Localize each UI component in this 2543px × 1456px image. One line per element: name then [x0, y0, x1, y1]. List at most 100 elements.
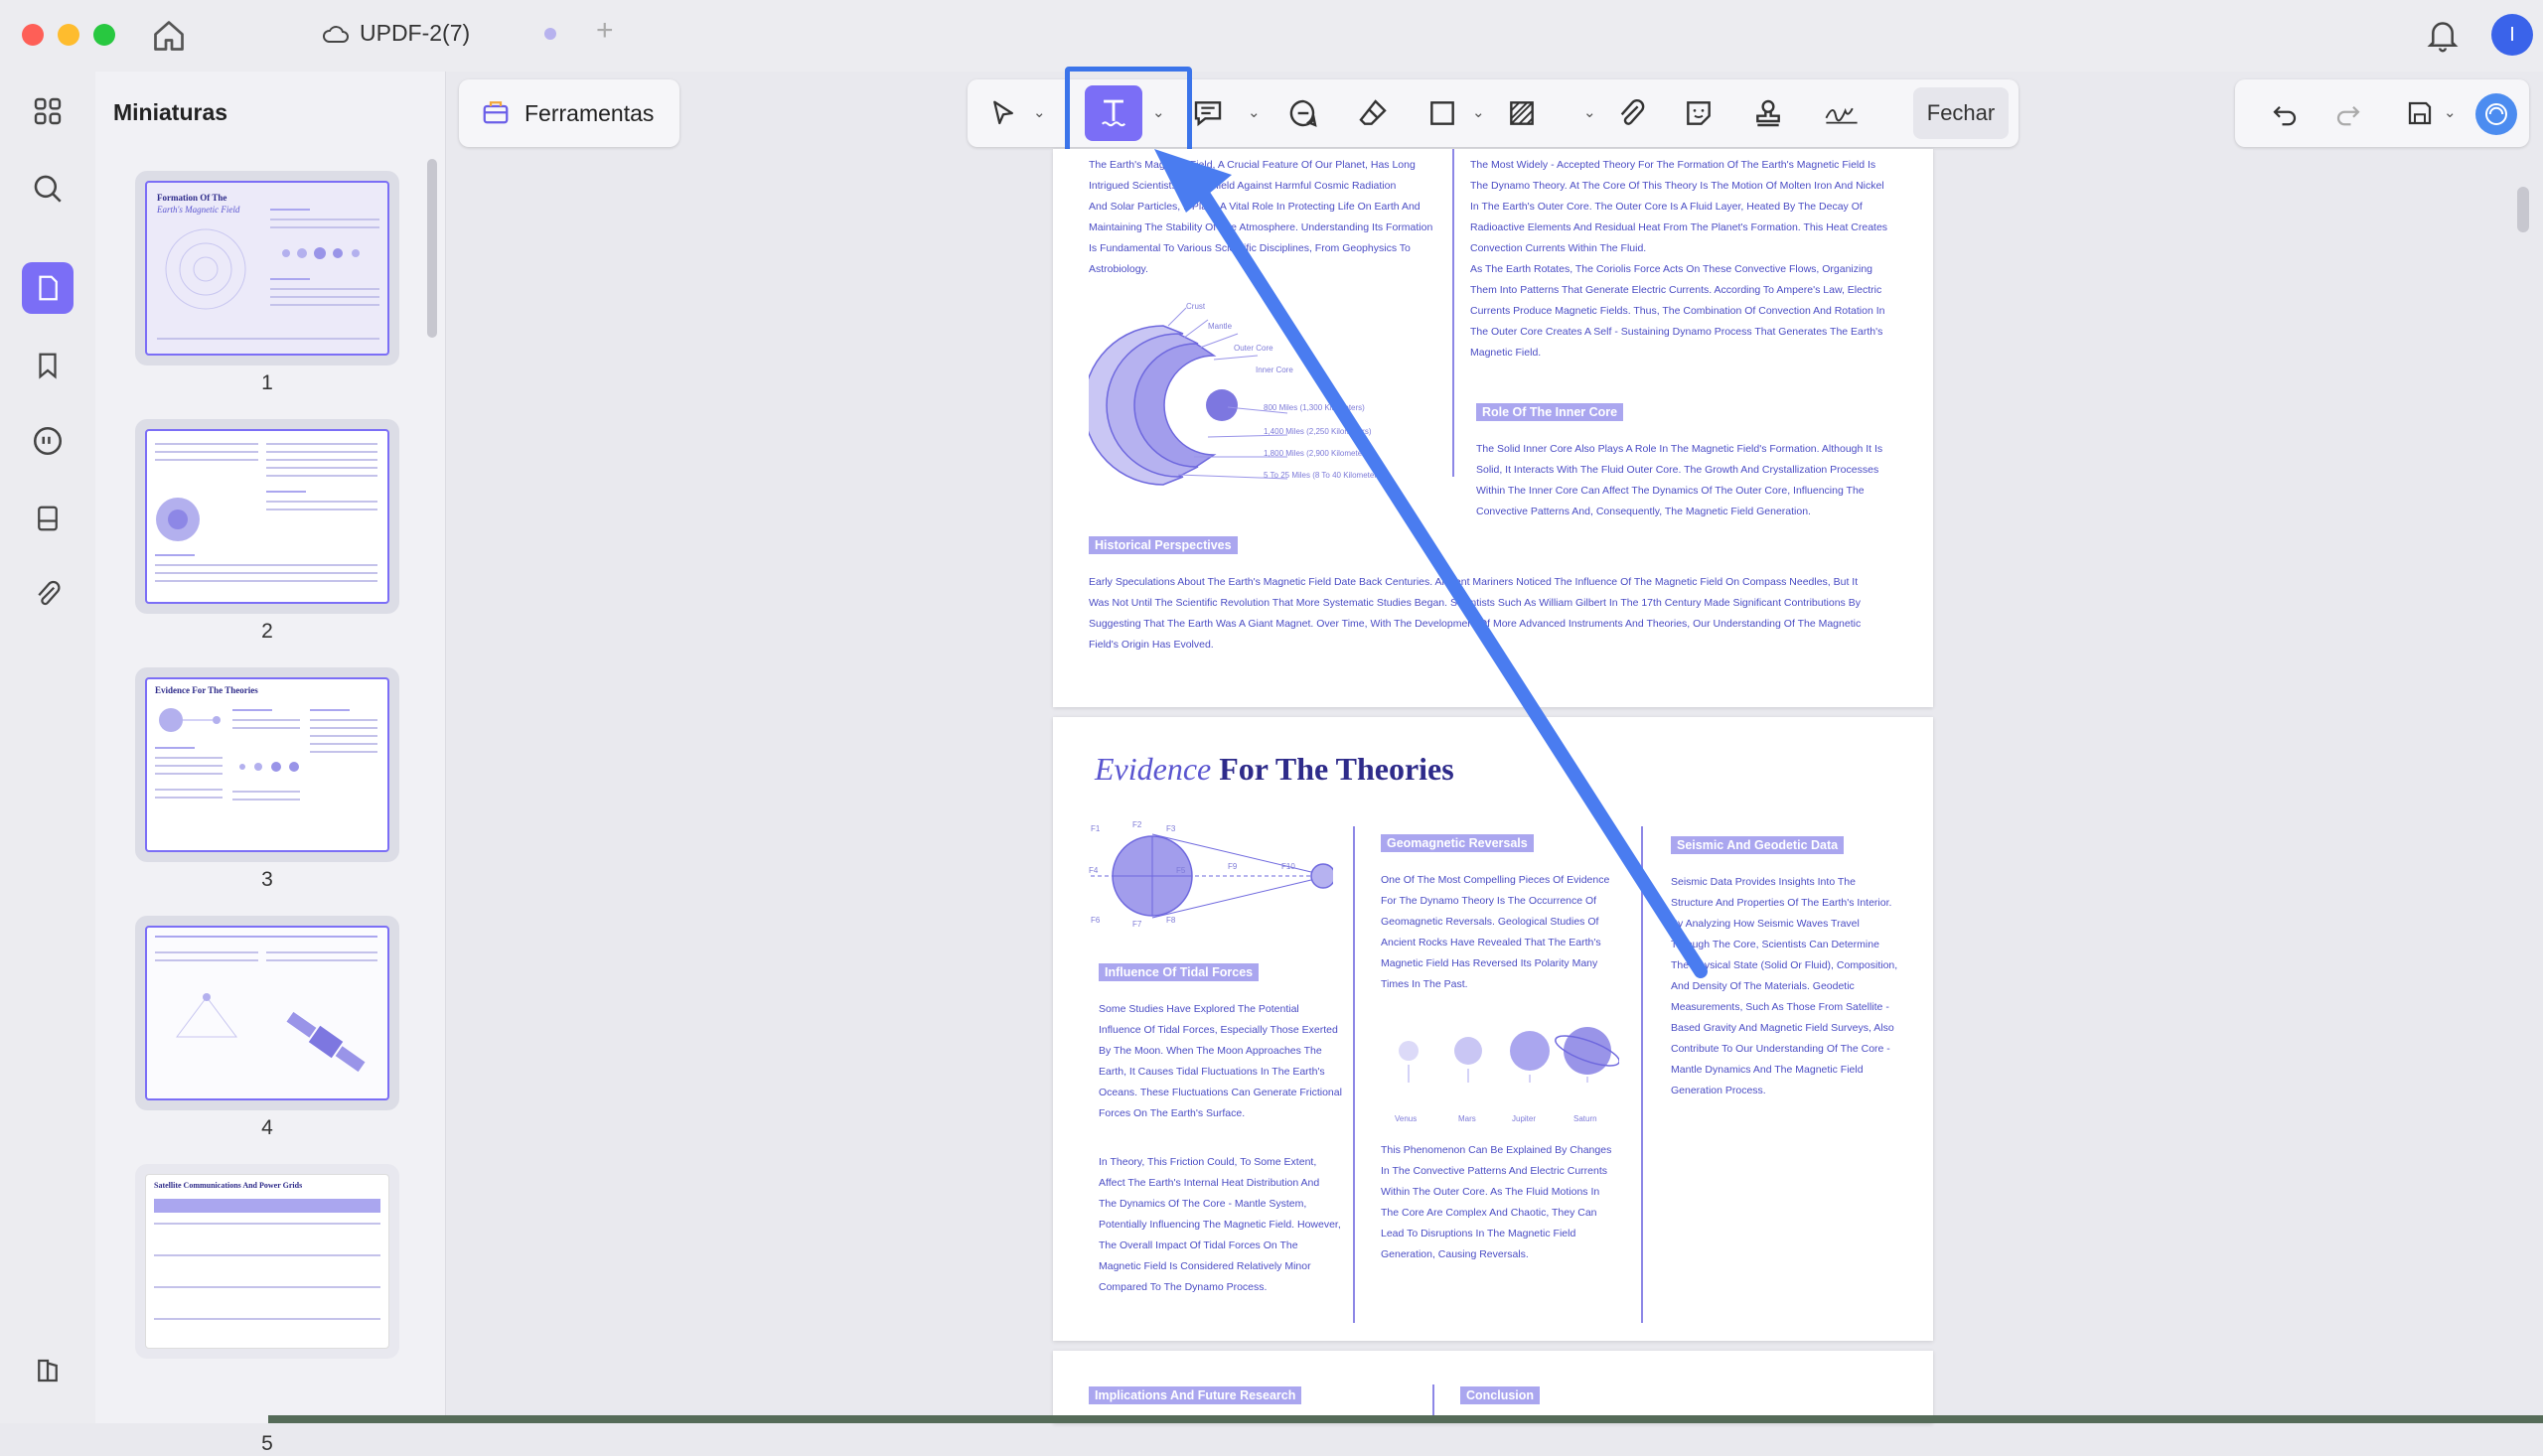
column-divider — [1641, 826, 1643, 1323]
home-icon[interactable] — [151, 18, 187, 59]
chevron-down-icon[interactable]: ⌄ — [2444, 103, 2457, 121]
note-icon[interactable] — [1285, 95, 1321, 131]
chevron-down-icon[interactable]: ⌄ — [1033, 103, 1046, 121]
text-line: In The Earth's Outer Core. The Outer Cor… — [1470, 201, 1863, 213]
chevron-down-icon[interactable]: ⌄ — [1248, 103, 1261, 121]
text-line: The Solid Inner Core Also Plays A Role I… — [1476, 443, 1883, 455]
text-line: For The Dynamo Theory Is The Occurrence … — [1381, 895, 1597, 907]
diagram-label: Mantle — [1208, 322, 1233, 331]
text-line: Structure And Properties Of The Earth's … — [1671, 897, 1892, 909]
document-tab-title[interactable]: UPDF-2(7) — [360, 20, 470, 47]
page3-tidal-text: Some Studies Have Explored The Potential… — [1099, 999, 1357, 1124]
select-arrow-icon[interactable] — [985, 95, 1021, 131]
paperclip-icon[interactable] — [1613, 95, 1649, 131]
layers-icon[interactable] — [22, 1345, 74, 1396]
text-line: One Of The Most Compelling Pieces Of Evi… — [1381, 874, 1610, 886]
text-tool-highlight — [1065, 67, 1192, 156]
sticker-icon[interactable] — [1681, 95, 1717, 131]
diagram-label: 5 To 25 Miles (8 To 40 Kilometers) — [1264, 471, 1384, 480]
thumbnail-page-2[interactable] — [135, 419, 399, 614]
maximize-window-button[interactable] — [93, 24, 115, 46]
text-line: Intrigued Scientists. As A Shield Agains… — [1089, 180, 1397, 192]
bell-icon[interactable] — [2426, 18, 2460, 59]
comment-icon[interactable] — [22, 415, 74, 467]
diagram-label: F10 — [1281, 862, 1295, 871]
cloud-icon — [322, 22, 350, 51]
text-line: Solid, It Interacts With The Fluid Outer… — [1476, 464, 1879, 476]
planet-label: Saturn — [1573, 1114, 1597, 1123]
text-line: The Most Widely - Accepted Theory For Th… — [1470, 159, 1876, 171]
column-divider — [1353, 826, 1355, 1323]
text-line: Some Studies Have Explored The Potential — [1099, 1003, 1299, 1015]
rectangle-icon[interactable] — [1424, 95, 1460, 131]
stamp-icon[interactable] — [1750, 95, 1786, 131]
pdf-page-2[interactable]: The Earth's Magnetic Field, A Crucial Fe… — [1053, 149, 1933, 707]
ai-assistant-icon[interactable] — [2475, 93, 2517, 135]
text-line: Through The Core, Scientists Can Determi… — [1671, 939, 1879, 950]
search-icon[interactable] — [22, 163, 74, 215]
text-line: And Density Of The Materials. Geodetic — [1671, 980, 1855, 992]
text-line: As The Earth Rotates, The Coriolis Force… — [1470, 263, 1873, 275]
thumbnail-page-5[interactable]: Satellite Communications And Power Grids — [135, 1164, 399, 1359]
planet-label: Mars — [1458, 1114, 1476, 1123]
thumb1-title: Formation Of The — [157, 193, 227, 203]
text-line: Based Gravity And Magnetic Field Surveys… — [1671, 1022, 1894, 1034]
diagram-label: Crust — [1186, 302, 1206, 311]
attachment-icon[interactable] — [22, 568, 74, 620]
diagram-label: F2 — [1132, 820, 1142, 829]
diagram-label: Inner Core — [1256, 365, 1293, 374]
section-heading: Geomagnetic Reversals — [1381, 834, 1534, 852]
text-line: Convection Currents Within The Fluid. — [1470, 242, 1647, 254]
toolbox-icon — [481, 96, 511, 131]
thumbnail-page-4[interactable] — [135, 916, 399, 1110]
text-line: Within The Inner Core Can Affect The Dyn… — [1476, 485, 1865, 497]
text-line: Lead To Disruptions In The Magnetic Fiel… — [1381, 1228, 1576, 1239]
close-button[interactable]: Fechar — [1913, 87, 2009, 139]
thumbnail-number: 2 — [261, 620, 273, 643]
eraser-icon[interactable] — [1355, 95, 1391, 131]
text-line: The Core Are Complex And Chaotic, They C… — [1381, 1207, 1597, 1219]
text-line: Influence Of Tidal Forces, Especially Th… — [1099, 1024, 1338, 1036]
text-line: By Analyzing How Seismic Waves Travel — [1671, 918, 1860, 930]
grid-icon[interactable] — [22, 85, 74, 137]
text-line: The Dynamics Of The Core - Mantle System… — [1099, 1198, 1307, 1210]
text-line: Times In The Past. — [1381, 978, 1468, 990]
pdf-page-3[interactable]: Evidence For The Theories F1 F2 F3 F4 F5… — [1053, 717, 1933, 1341]
section-heading: Conclusion — [1460, 1386, 1541, 1404]
diagram-label: F8 — [1166, 916, 1176, 925]
document-scrollbar[interactable] — [2517, 187, 2529, 232]
history-toolbar: ⌄ — [2235, 79, 2529, 147]
thumbnails-panel: Miniaturas Formation Of The Earth's Magn… — [95, 72, 446, 1455]
text-line: Potentially Influencing The Magnetic Fie… — [1099, 1219, 1341, 1231]
pdf-page-4[interactable]: Implications And Future Research Conclus… — [1053, 1351, 1933, 1423]
page3-geo-text: One Of The Most Compelling Pieces Of Evi… — [1381, 870, 1619, 995]
diagram-label: F6 — [1091, 916, 1101, 925]
thumbnail-page-3[interactable]: Evidence For The Theories — [135, 667, 399, 862]
thumb3-title: Evidence For The Theories — [155, 685, 258, 695]
section-heading: Seismic And Geodetic Data — [1671, 836, 1845, 854]
thumb1-subtitle: Earth's Magnetic Field — [157, 205, 240, 215]
redo-icon[interactable] — [2330, 95, 2366, 131]
text-line: Oceans. These Fluctuations Can Generate … — [1099, 1087, 1342, 1098]
page2-dynamo-text: The Most Widely - Accepted Theory For Th… — [1470, 155, 1907, 364]
bookmark-icon[interactable] — [22, 340, 74, 391]
chevron-down-icon[interactable]: ⌄ — [1472, 103, 1485, 121]
avatar[interactable]: I — [2491, 14, 2533, 56]
undo-icon[interactable] — [2267, 95, 2303, 131]
thumbnail-page-1[interactable]: Formation Of The Earth's Magnetic Field — [135, 171, 399, 365]
thumbnails-scrollbar[interactable] — [427, 159, 437, 338]
pages-icon[interactable] — [22, 262, 74, 314]
minimize-window-button[interactable] — [58, 24, 79, 46]
close-window-button[interactable] — [22, 24, 44, 46]
save-icon[interactable] — [2402, 95, 2438, 131]
text-line: Geomagnetic Reversals. Geological Studie… — [1381, 916, 1599, 928]
diagram-label: 1,400 Miles (2,250 Kilometers) — [1264, 427, 1372, 436]
text-comment-icon[interactable] — [1190, 95, 1226, 131]
text-line: Early Speculations About The Earth's Mag… — [1089, 576, 1859, 588]
form-icon[interactable] — [22, 493, 74, 544]
new-tab-button[interactable]: + — [596, 14, 614, 48]
chevron-down-icon[interactable]: ⌄ — [1583, 103, 1596, 121]
signature-icon[interactable] — [1824, 95, 1860, 131]
tools-button[interactable]: Ferramentas — [459, 79, 679, 147]
hatch-icon[interactable] — [1504, 95, 1540, 131]
